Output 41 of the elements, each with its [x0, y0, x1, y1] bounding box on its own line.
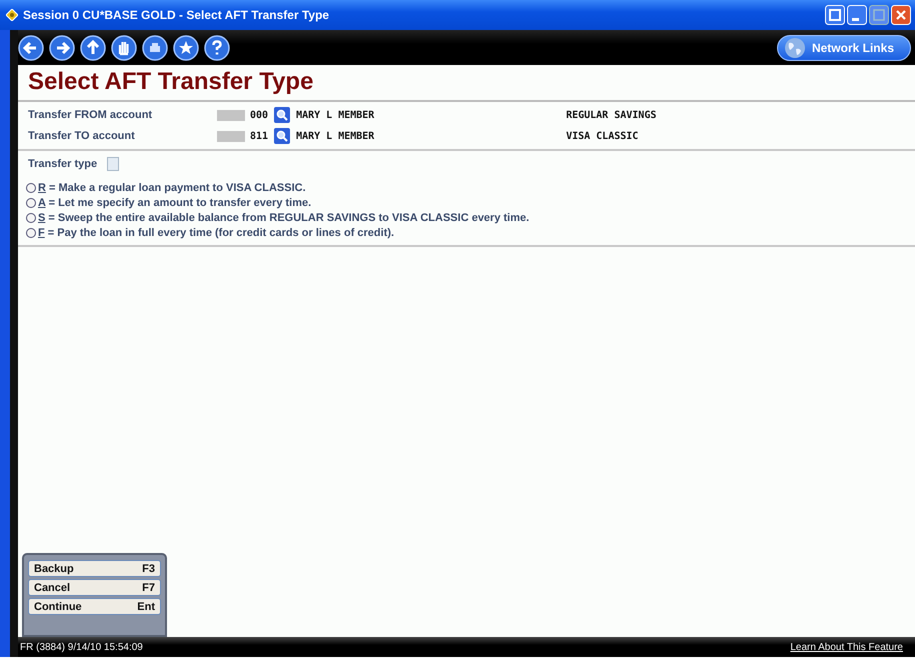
option-text[interactable]: A = Let me specify an amount to transfer every time. [38, 197, 312, 209]
function-key-button[interactable]: Continue Ent [28, 598, 161, 615]
transfer-type-field[interactable] [107, 157, 120, 171]
function-key-button[interactable]: Cancel F7 [28, 579, 161, 596]
learn-link[interactable]: Learn About This Feature [790, 642, 903, 652]
option-text[interactable]: F = Pay the loan in full every time (for credit cards or lines of credit). [38, 227, 394, 239]
globe-icon [784, 36, 806, 58]
page-heading: Select AFT Transfer Type [18, 65, 915, 102]
account-type: REGULAR SAVINGS [566, 110, 656, 120]
radio-button[interactable] [26, 228, 36, 238]
help-icon[interactable] [204, 34, 230, 60]
up-icon[interactable] [80, 34, 106, 60]
network-links-button[interactable]: Network Links [776, 34, 911, 60]
member-name: MARY L MEMBER [296, 110, 376, 120]
account-field[interactable] [217, 110, 245, 120]
option-text[interactable]: S = Sweep the entire available balance from REGULAR SAVINGS to VISA CLASSIC every time. [38, 212, 530, 224]
radio-button[interactable] [26, 198, 36, 208]
account-suffix: 811 [250, 130, 268, 142]
field-label: Transfer type [28, 158, 98, 170]
account-suffix: 000 [250, 110, 268, 120]
restore-icon[interactable] [825, 5, 845, 25]
minimize-icon[interactable] [847, 5, 867, 25]
window-title: Session 0 CU*BASE GOLD - Select AFT Transfer Type [23, 8, 330, 22]
search-icon[interactable] [274, 107, 290, 123]
option-text[interactable]: R = Make a regular loan payment to VISA CLASSIC. [38, 182, 306, 194]
session-info: FR (3884) 9/14/10 15:54:09 [20, 642, 143, 652]
field-label: Transfer TO account [28, 130, 136, 142]
close-icon[interactable] [891, 5, 911, 25]
member-name: MARY L MEMBER [296, 130, 376, 142]
hand-icon[interactable] [111, 34, 137, 60]
radio-button[interactable] [26, 213, 36, 223]
app-icon [6, 9, 18, 21]
field-label: Transfer FROM account [28, 109, 154, 121]
account-field[interactable] [217, 130, 245, 142]
search-icon[interactable] [274, 128, 290, 144]
back-icon[interactable] [18, 34, 44, 60]
account-type: VISA CLASSIC [566, 130, 638, 142]
radio-button[interactable] [26, 183, 36, 193]
print-icon[interactable] [142, 34, 168, 60]
forward-icon[interactable] [49, 34, 75, 60]
function-key-button[interactable]: Backup F3 [28, 560, 161, 577]
